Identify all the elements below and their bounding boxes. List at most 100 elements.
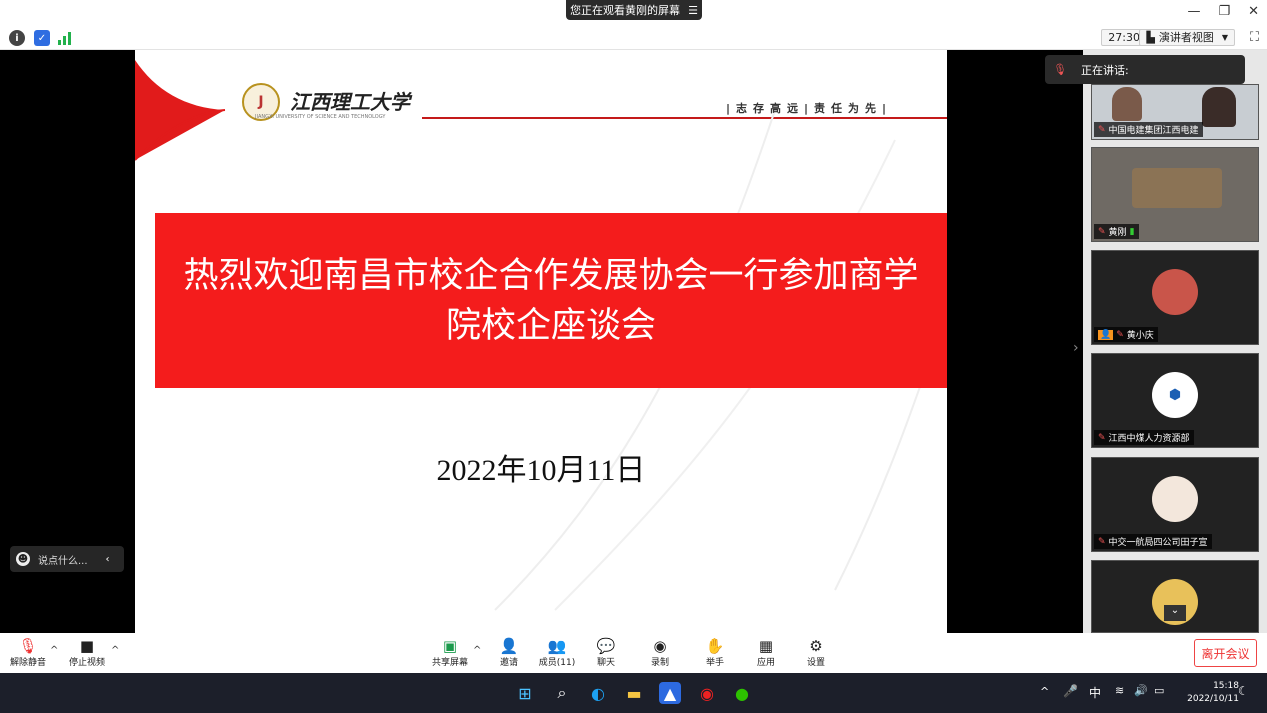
ime-indicator[interactable]: 中 bbox=[1089, 684, 1101, 701]
chevron-up-icon[interactable]: ^ bbox=[1040, 685, 1049, 698]
invite-label: 邀请 bbox=[499, 658, 518, 668]
record-label: 录制 bbox=[650, 658, 669, 668]
layout-icon: ▙ bbox=[1146, 31, 1155, 44]
participant-tile[interactable]: ⬢ ✎ 江西中煤人力资源部 bbox=[1091, 353, 1259, 448]
stop-video-label: 停止视频 bbox=[68, 658, 105, 668]
participant-label: ✎ 江西中煤人力资源部 bbox=[1094, 430, 1194, 445]
mic-muted-icon: ✎ bbox=[1098, 536, 1106, 547]
wifi-icon[interactable]: ≋ bbox=[1115, 684, 1124, 697]
menu-icon[interactable]: ☰ bbox=[688, 4, 698, 17]
participant-tile[interactable]: ✎ 中交一航局四公司田子宣 bbox=[1091, 457, 1259, 552]
signal-icon[interactable] bbox=[58, 31, 74, 45]
emoji-icon[interactable]: ☻ bbox=[16, 552, 30, 566]
windows-start-icon[interactable]: ⊞ bbox=[514, 682, 536, 704]
slide-title: 热烈欢迎南昌市校企合作发展协会一行参加商学院校企座谈会 bbox=[183, 255, 919, 346]
comment-placeholder: 说点什么... bbox=[38, 555, 88, 567]
share-label: 共享屏幕 bbox=[431, 658, 468, 668]
minimize-button[interactable]: — bbox=[1187, 4, 1200, 19]
search-icon[interactable]: ⌕ bbox=[551, 682, 573, 704]
participant-label: ✎ 中国电建集团江西电建 bbox=[1094, 122, 1203, 137]
mic-muted-icon: ✎ bbox=[1098, 124, 1106, 135]
windows-taskbar: ⊞ ⌕ ◐ ▬ ▲ ◉ ● ^ 🎤 中 ≋ 🔊 ▭ 15:18 2022/10/… bbox=[0, 673, 1267, 713]
avatar: ⬢ bbox=[1152, 372, 1198, 418]
wechat-icon[interactable]: ● bbox=[731, 682, 753, 704]
clock-time: 15:18 bbox=[1213, 681, 1239, 691]
microphone-icon[interactable]: 🎤 bbox=[1063, 684, 1078, 698]
participant-tile[interactable]: ✎ 黄刚 ▮ bbox=[1091, 147, 1259, 242]
hand-icon: ✋ bbox=[705, 637, 725, 655]
avatar bbox=[1152, 476, 1198, 522]
shield-icon[interactable]: ✓ bbox=[34, 30, 50, 46]
mic-muted-icon: ✎ bbox=[1098, 226, 1106, 237]
close-button[interactable]: ✕ bbox=[1248, 4, 1259, 19]
settings-label: 设置 bbox=[806, 658, 825, 668]
share-screen-button[interactable]: ▣ 共享屏幕 bbox=[424, 637, 476, 668]
info-icon[interactable]: i bbox=[9, 30, 25, 46]
leave-meeting-button[interactable]: 离开会议 bbox=[1194, 639, 1257, 667]
recorder-icon[interactable]: ◉ bbox=[696, 682, 718, 704]
stop-video-button[interactable]: ■ 停止视频 bbox=[61, 637, 113, 668]
audio-level-icon: ▮ bbox=[1129, 226, 1135, 237]
gear-icon: ⚙ bbox=[809, 637, 823, 655]
system-clock[interactable]: 15:18 2022/10/11 bbox=[1187, 680, 1239, 706]
apps-button[interactable]: ▦ 应用 bbox=[740, 637, 792, 668]
participant-video bbox=[1202, 87, 1236, 127]
participant-label: ✎ 中交一航局四公司田子宣 bbox=[1094, 534, 1212, 549]
record-button[interactable]: ◉ 录制 bbox=[634, 637, 686, 668]
slide-date: 2022年10月11日 bbox=[436, 454, 646, 487]
participant-name: 中交一航局四公司田子宣 bbox=[1108, 538, 1208, 548]
comment-input[interactable]: ☻ 说点什么... ‹ bbox=[10, 546, 124, 572]
battery-icon[interactable]: ▭ bbox=[1154, 684, 1164, 697]
collapse-panel-icon[interactable]: › bbox=[1073, 340, 1079, 356]
invite-button[interactable]: 👤 邀请 bbox=[483, 637, 535, 668]
record-icon: ◉ bbox=[653, 637, 667, 655]
restore-button[interactable]: ❐ bbox=[1218, 4, 1230, 19]
share-screen-icon: ▣ bbox=[442, 637, 458, 655]
fullscreen-icon[interactable]: ⛶ bbox=[1250, 30, 1259, 45]
raise-hand-label: 举手 bbox=[705, 658, 724, 668]
participant-tile[interactable]: ⌄ bbox=[1091, 560, 1259, 633]
members-label: 成员(11) bbox=[538, 658, 576, 668]
chevron-up-icon[interactable]: ^ bbox=[50, 645, 58, 656]
chevron-left-icon[interactable]: ‹ bbox=[106, 554, 110, 565]
university-subtitle: JIANGXI UNIVERSITY OF SCIENCE AND TECHNO… bbox=[255, 114, 386, 120]
share-banner[interactable]: 您正在观看黄刚的屏幕 ☰ bbox=[566, 0, 702, 20]
university-name: 江西理工大学 bbox=[290, 90, 410, 114]
scroll-down-icon[interactable]: ⌄ bbox=[1164, 605, 1186, 621]
chat-icon: 💬 bbox=[596, 637, 616, 655]
meeting-app-icon[interactable]: ▲ bbox=[659, 682, 681, 704]
chat-button[interactable]: 💬 聊天 bbox=[580, 637, 632, 668]
speaking-indicator: 🎙 正在讲话: bbox=[1045, 55, 1245, 84]
participant-name: 中国电建集团江西电建 bbox=[1108, 126, 1199, 136]
mic-muted-icon: ✎ bbox=[1116, 329, 1124, 340]
share-banner-text: 您正在观看黄刚的屏幕 bbox=[570, 4, 681, 17]
mic-muted-icon: 🎙 bbox=[1053, 63, 1067, 76]
chat-label: 聊天 bbox=[596, 658, 615, 668]
participant-tile[interactable]: 👤 ✎ 黄小庆 bbox=[1091, 250, 1259, 345]
mic-muted-icon: ✎ bbox=[1098, 432, 1106, 443]
mic-muted-icon: 🎙 bbox=[18, 637, 38, 655]
participant-name: 黄刚 bbox=[1108, 228, 1127, 238]
user-icon: 👤 bbox=[1098, 329, 1114, 340]
chevron-down-icon: ▼ bbox=[1221, 33, 1228, 42]
participant-name: 江西中煤人力资源部 bbox=[1108, 434, 1190, 444]
view-mode-dropdown[interactable]: ▙ 演讲者视图 ▼ bbox=[1139, 29, 1235, 46]
participant-tile[interactable]: ✎ 中国电建集团江西电建 bbox=[1091, 84, 1259, 140]
members-button[interactable]: 👥 成员(11) bbox=[531, 637, 583, 668]
moon-icon[interactable]: ☾ bbox=[1238, 684, 1249, 698]
apps-label: 应用 bbox=[756, 658, 775, 668]
file-explorer-icon[interactable]: ▬ bbox=[623, 682, 645, 704]
members-icon: 👥 bbox=[547, 637, 567, 655]
chevron-up-icon[interactable]: ^ bbox=[111, 645, 119, 656]
volume-icon[interactable]: 🔊 bbox=[1134, 684, 1148, 697]
conference-room-video bbox=[1132, 168, 1222, 208]
unmute-button[interactable]: 🎙 解除静音 bbox=[2, 637, 54, 668]
apps-icon: ▦ bbox=[758, 637, 774, 655]
info-bar: i ✓ 27:30 ▙ 演讲者视图 ▼ ⛶ bbox=[0, 26, 1267, 50]
edge-browser-icon[interactable]: ◐ bbox=[587, 682, 609, 704]
university-motto: |志存高远|责任为先| bbox=[726, 102, 893, 115]
talking-label: 正在讲话: bbox=[1080, 63, 1129, 77]
settings-button[interactable]: ⚙ 设置 bbox=[790, 637, 842, 668]
raise-hand-button[interactable]: ✋ 举手 bbox=[689, 637, 741, 668]
chevron-up-icon[interactable]: ^ bbox=[473, 645, 481, 656]
